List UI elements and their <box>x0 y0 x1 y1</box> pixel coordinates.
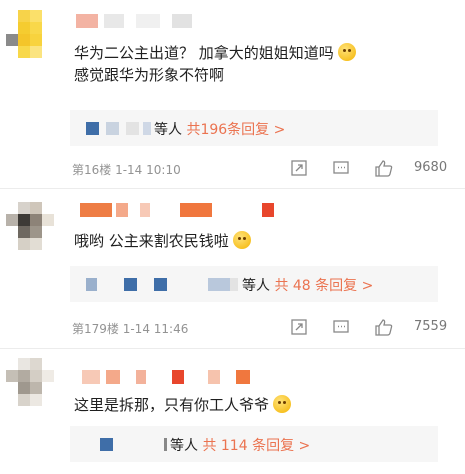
reply-avatar-placeholder <box>126 122 139 135</box>
reply-avatar-placeholder <box>124 278 137 291</box>
share-icon[interactable] <box>290 159 308 177</box>
comment-text-line1: 哦哟 公主来割农民钱啦 <box>74 232 229 250</box>
reply-avatar-placeholder <box>106 122 119 135</box>
grinning-emoji-icon <box>337 43 356 61</box>
comment-meta: 第16楼 1-14 10:10 <box>72 163 181 177</box>
reply-preview[interactable]: 等人 共 48 条回复 > <box>70 266 438 302</box>
reply-avatar-placeholder <box>230 278 238 291</box>
view-replies-link[interactable]: 共 48 条回复 > <box>274 278 373 294</box>
view-replies-link[interactable]: 共 114 条回复 > <box>202 438 310 454</box>
avatar[interactable] <box>6 10 54 58</box>
comment-text: 哦哟 公主来割农民钱啦 <box>74 230 251 252</box>
reply-avatar-placeholder <box>100 438 113 451</box>
avatar[interactable] <box>6 358 54 406</box>
reply-avatar-placeholder <box>86 278 97 291</box>
reply-preview[interactable]: 等人 共 114 条回复 > <box>70 426 438 462</box>
reply-avatar-placeholder <box>154 278 167 291</box>
comment-text-line2: 感觉跟华为形象不符啊 <box>74 66 225 84</box>
like-count: 7559 <box>414 319 448 334</box>
reply-prefix: 等人 <box>242 278 270 294</box>
reply-avatar-placeholder <box>164 438 167 451</box>
like-icon[interactable] <box>374 159 394 177</box>
like-icon[interactable] <box>374 318 394 336</box>
reply-preview[interactable]: 等人 共196条回复 > <box>70 110 438 146</box>
avatar[interactable] <box>6 202 54 250</box>
comment-icon[interactable] <box>332 159 350 177</box>
reply-prefix: 等人 <box>154 122 182 138</box>
view-replies-link[interactable]: 共196条回复 > <box>186 122 285 138</box>
comment-item: 这里是拆那，只有你工人爷爷 等人 共 114 条回复 > <box>0 350 465 474</box>
comment-actions: 9680 <box>290 159 460 177</box>
like-count: 9680 <box>414 160 448 175</box>
comment-icon[interactable] <box>332 318 350 336</box>
comment-item: 哦哟 公主来割农民钱啦 等人 共 48 条回复 > 第179楼 1-14 11:… <box>0 190 465 345</box>
comment-text-line1: 华为二公主出道？ 加拿大的姐姐知道吗 <box>74 44 334 62</box>
reply-avatar-placeholder <box>86 122 99 135</box>
comment-text: 华为二公主出道？ 加拿大的姐姐知道吗 感觉跟华为形象不符啊 <box>74 42 356 86</box>
share-icon[interactable] <box>290 318 308 336</box>
comment-text-line1: 这里是拆那，只有你工人爷爷 <box>74 396 270 414</box>
smiling-emoji-icon <box>232 231 251 249</box>
divider <box>0 188 465 189</box>
comment-actions: 7559 <box>290 318 460 336</box>
comment-meta: 第179楼 1-14 11:46 <box>72 322 189 336</box>
comment-text: 这里是拆那，只有你工人爷爷 <box>74 394 292 416</box>
reply-prefix: 等人 <box>170 438 198 454</box>
reply-avatar-placeholder <box>143 122 151 135</box>
comment-item: 华为二公主出道？ 加拿大的姐姐知道吗 感觉跟华为形象不符啊 等人 共196条回复… <box>0 0 465 182</box>
divider <box>0 348 465 349</box>
reply-avatar-placeholder <box>208 278 230 291</box>
sweat-smile-emoji-icon <box>273 395 292 413</box>
